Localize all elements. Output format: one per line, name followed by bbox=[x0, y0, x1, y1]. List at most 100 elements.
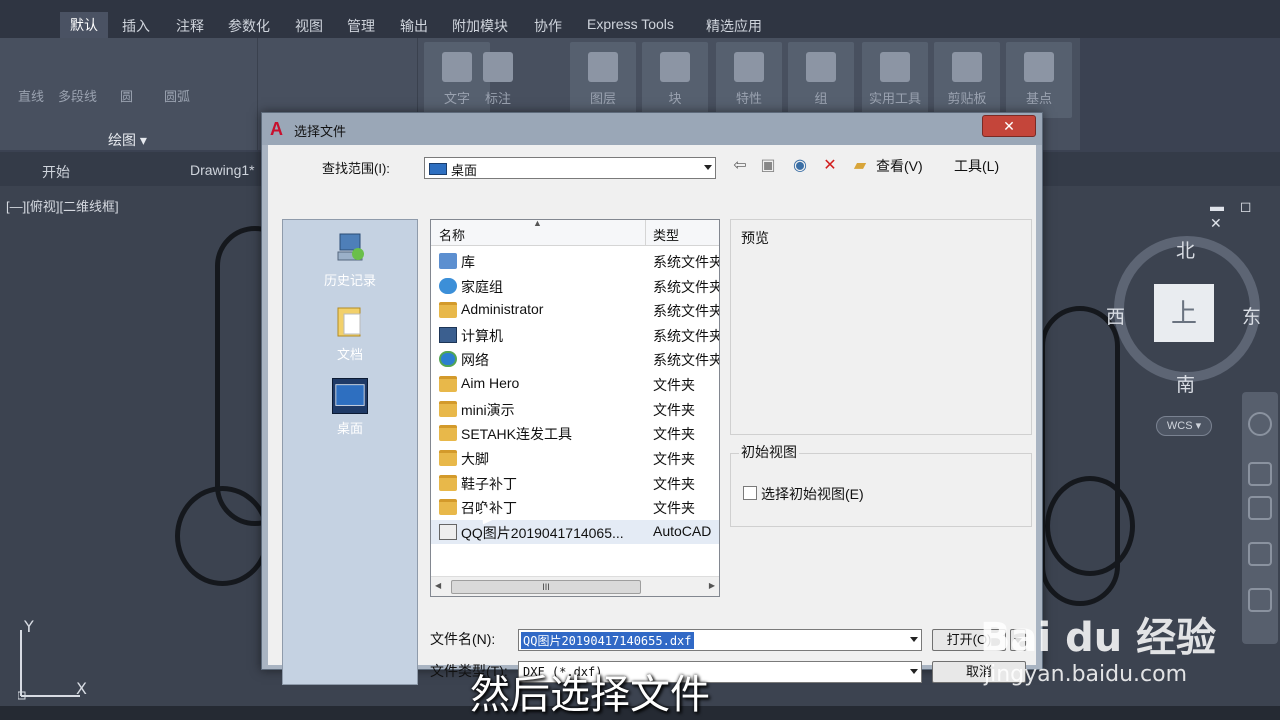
tab-collaborate[interactable]: 协作 bbox=[534, 16, 562, 36]
file-row-network[interactable]: 网络 系统文件夹 bbox=[431, 347, 719, 371]
file-row-shoes-patch[interactable]: 鞋子补丁 文件夹 bbox=[431, 471, 719, 495]
wcs-menu[interactable]: WCS ▾ bbox=[1156, 416, 1212, 436]
polyline-tool[interactable]: 多段线 bbox=[58, 86, 97, 105]
look-in-dropdown[interactable]: 桌面 bbox=[424, 157, 716, 179]
place-documents[interactable]: 文档 bbox=[283, 304, 417, 363]
column-divider[interactable] bbox=[645, 220, 646, 246]
block-tool[interactable]: 块 bbox=[642, 42, 708, 118]
tab-output[interactable]: 输出 bbox=[400, 16, 428, 36]
tab-insert[interactable]: 插入 bbox=[122, 16, 150, 36]
tab-parametric[interactable]: 参数化 bbox=[228, 16, 270, 36]
utilities-tool[interactable]: 实用工具 bbox=[862, 42, 928, 118]
video-caption: 然后选择文件 bbox=[470, 672, 710, 718]
tab-default[interactable]: 默认 bbox=[60, 12, 108, 38]
arc-tool[interactable]: 圆弧 bbox=[164, 86, 190, 105]
tab-featured-apps[interactable]: 精选应用 bbox=[706, 16, 762, 36]
tab-drawing1[interactable]: Drawing1* bbox=[190, 162, 255, 178]
file-list: 名称 ▲ 类型 库 系统文件夹 家庭组 系统文件夹 Administrator … bbox=[430, 218, 720, 597]
circle-tool[interactable]: 圆 bbox=[120, 86, 133, 105]
ucs-y-label: Y bbox=[23, 620, 34, 636]
clipboard-tool[interactable]: 剪贴板 bbox=[934, 42, 1000, 118]
views-menu[interactable]: 查看(V) bbox=[876, 156, 923, 176]
zoom-extents-icon[interactable] bbox=[1248, 496, 1272, 520]
file-row-setahk[interactable]: SETAHK连发工具 文件夹 bbox=[431, 421, 719, 445]
tools-menu[interactable]: 工具(L) bbox=[954, 156, 999, 176]
layers-tool[interactable]: 图层 bbox=[570, 42, 636, 118]
column-type[interactable]: 类型 bbox=[653, 225, 679, 244]
ribbon-tab-bar: 默认 插入 注释 参数化 视图 管理 输出 附加模块 协作 Express To… bbox=[0, 0, 1280, 38]
desktop-icon bbox=[332, 378, 368, 414]
showmotion-icon[interactable] bbox=[1248, 588, 1272, 612]
folder-icon bbox=[439, 450, 457, 466]
viewport-window-controls[interactable]: ▬ ◻ ✕ bbox=[1210, 198, 1280, 232]
properties-tool[interactable]: 特性 bbox=[716, 42, 782, 118]
place-desktop[interactable]: 桌面 bbox=[283, 378, 417, 437]
folder-icon bbox=[439, 401, 457, 417]
sort-ascending-icon: ▲ bbox=[533, 218, 542, 228]
tab-annotate[interactable]: 注释 bbox=[176, 16, 204, 36]
place-history[interactable]: 历史记录 bbox=[283, 230, 417, 289]
select-initial-view-label[interactable]: 选择初始视图(E) bbox=[761, 484, 864, 504]
delete-icon[interactable]: ✕ bbox=[820, 157, 840, 175]
file-row-qq-image-dxf[interactable]: QQ图片2019041714065... AutoCAD bbox=[431, 520, 719, 544]
baidu-watermark-url: jingyan.baidu.com bbox=[984, 662, 1188, 687]
tab-manage[interactable]: 管理 bbox=[347, 16, 375, 36]
dialog-titlebar[interactable]: A 选择文件 ✕ bbox=[262, 113, 1042, 145]
scroll-left-icon[interactable]: ◀ bbox=[435, 581, 441, 590]
up-folder-icon[interactable]: ▣ bbox=[758, 157, 778, 175]
places-sidebar: 历史记录 文档 桌面 bbox=[282, 219, 418, 685]
steering-wheel-icon[interactable] bbox=[1248, 412, 1272, 436]
place-desktop-label: 桌面 bbox=[336, 421, 363, 436]
tab-view[interactable]: 视图 bbox=[295, 16, 323, 36]
file-row-aim-hero[interactable]: Aim Hero 文件夹 bbox=[431, 372, 719, 396]
look-in-value: 桌面 bbox=[451, 163, 478, 178]
file-row-dajiao[interactable]: 大脚 文件夹 bbox=[431, 446, 719, 470]
pan-icon[interactable] bbox=[1248, 462, 1272, 486]
preview-label: 预览 bbox=[741, 230, 769, 246]
block-icon bbox=[660, 52, 690, 82]
drawing-stroke bbox=[1045, 476, 1135, 576]
documents-folder-icon bbox=[337, 307, 361, 337]
filename-value: QQ图片20190417140655.dxf bbox=[521, 632, 694, 649]
compass-west[interactable]: 西 bbox=[1106, 302, 1125, 329]
file-row-administrator[interactable]: Administrator 系统文件夹 bbox=[431, 298, 719, 322]
dialog-body: 查找范围(I): 桌面 ⇦ ▣ ◉ ✕ ▰ 查看(V) 工具(L) 历史记录 文… bbox=[268, 145, 1036, 685]
orbit-icon[interactable] bbox=[1248, 542, 1272, 566]
draw-panel-title[interactable]: 绘图 ▾ bbox=[108, 130, 147, 150]
scroll-right-icon[interactable]: ▶ bbox=[709, 581, 715, 590]
new-folder-icon[interactable]: ▰ bbox=[850, 157, 870, 175]
file-row-homegroup[interactable]: 家庭组 系统文件夹 bbox=[431, 274, 719, 298]
tab-addins[interactable]: 附加模块 bbox=[452, 16, 508, 36]
compass-east[interactable]: 东 bbox=[1242, 302, 1261, 329]
dialog-title: 选择文件 bbox=[294, 124, 347, 139]
filename-input[interactable]: QQ图片20190417140655.dxf bbox=[518, 629, 922, 651]
file-row-mini-demo[interactable]: mini演示 文件夹 bbox=[431, 397, 719, 421]
text-icon bbox=[442, 52, 472, 82]
autocad-logo-icon: A bbox=[270, 119, 283, 139]
line-tool[interactable]: 直线 bbox=[18, 86, 44, 105]
baidu-watermark-logo: Bai du 经验 bbox=[980, 615, 1217, 661]
search-web-icon[interactable]: ◉ bbox=[790, 157, 810, 175]
close-button[interactable]: ✕ bbox=[982, 115, 1036, 137]
select-initial-view-checkbox[interactable] bbox=[743, 486, 757, 500]
dimension-tool[interactable]: 标注 bbox=[476, 42, 520, 118]
column-name[interactable]: 名称 bbox=[439, 225, 465, 244]
file-row-library[interactable]: 库 系统文件夹 bbox=[431, 249, 719, 273]
select-file-dialog: A 选择文件 ✕ 查找范围(I): 桌面 ⇦ ▣ ◉ ✕ ▰ 查看(V) 工具(… bbox=[261, 112, 1043, 685]
dxf-file-icon bbox=[439, 524, 457, 540]
viewcube-top-face[interactable]: 上 bbox=[1154, 284, 1214, 342]
chevron-down-icon bbox=[910, 669, 918, 674]
horizontal-scrollbar[interactable]: ◀ III ▶ bbox=[431, 576, 719, 596]
basepoint-tool[interactable]: 基点 bbox=[1006, 42, 1072, 118]
filename-label: 文件名(N): bbox=[430, 631, 496, 647]
group-tool[interactable]: 组 bbox=[788, 42, 854, 118]
compass-south[interactable]: 南 bbox=[1176, 370, 1195, 397]
viewport-controls[interactable]: [—][俯视][二维线框] bbox=[6, 196, 119, 215]
file-row-computer[interactable]: 计算机 系统文件夹 bbox=[431, 323, 719, 347]
folder-icon bbox=[439, 376, 457, 392]
tab-start[interactable]: 开始 bbox=[42, 162, 70, 182]
back-icon[interactable]: ⇦ bbox=[730, 157, 750, 175]
tab-express-tools[interactable]: Express Tools bbox=[587, 16, 674, 32]
scrollbar-thumb[interactable]: III bbox=[451, 580, 641, 594]
compass-north[interactable]: 北 bbox=[1176, 236, 1195, 263]
